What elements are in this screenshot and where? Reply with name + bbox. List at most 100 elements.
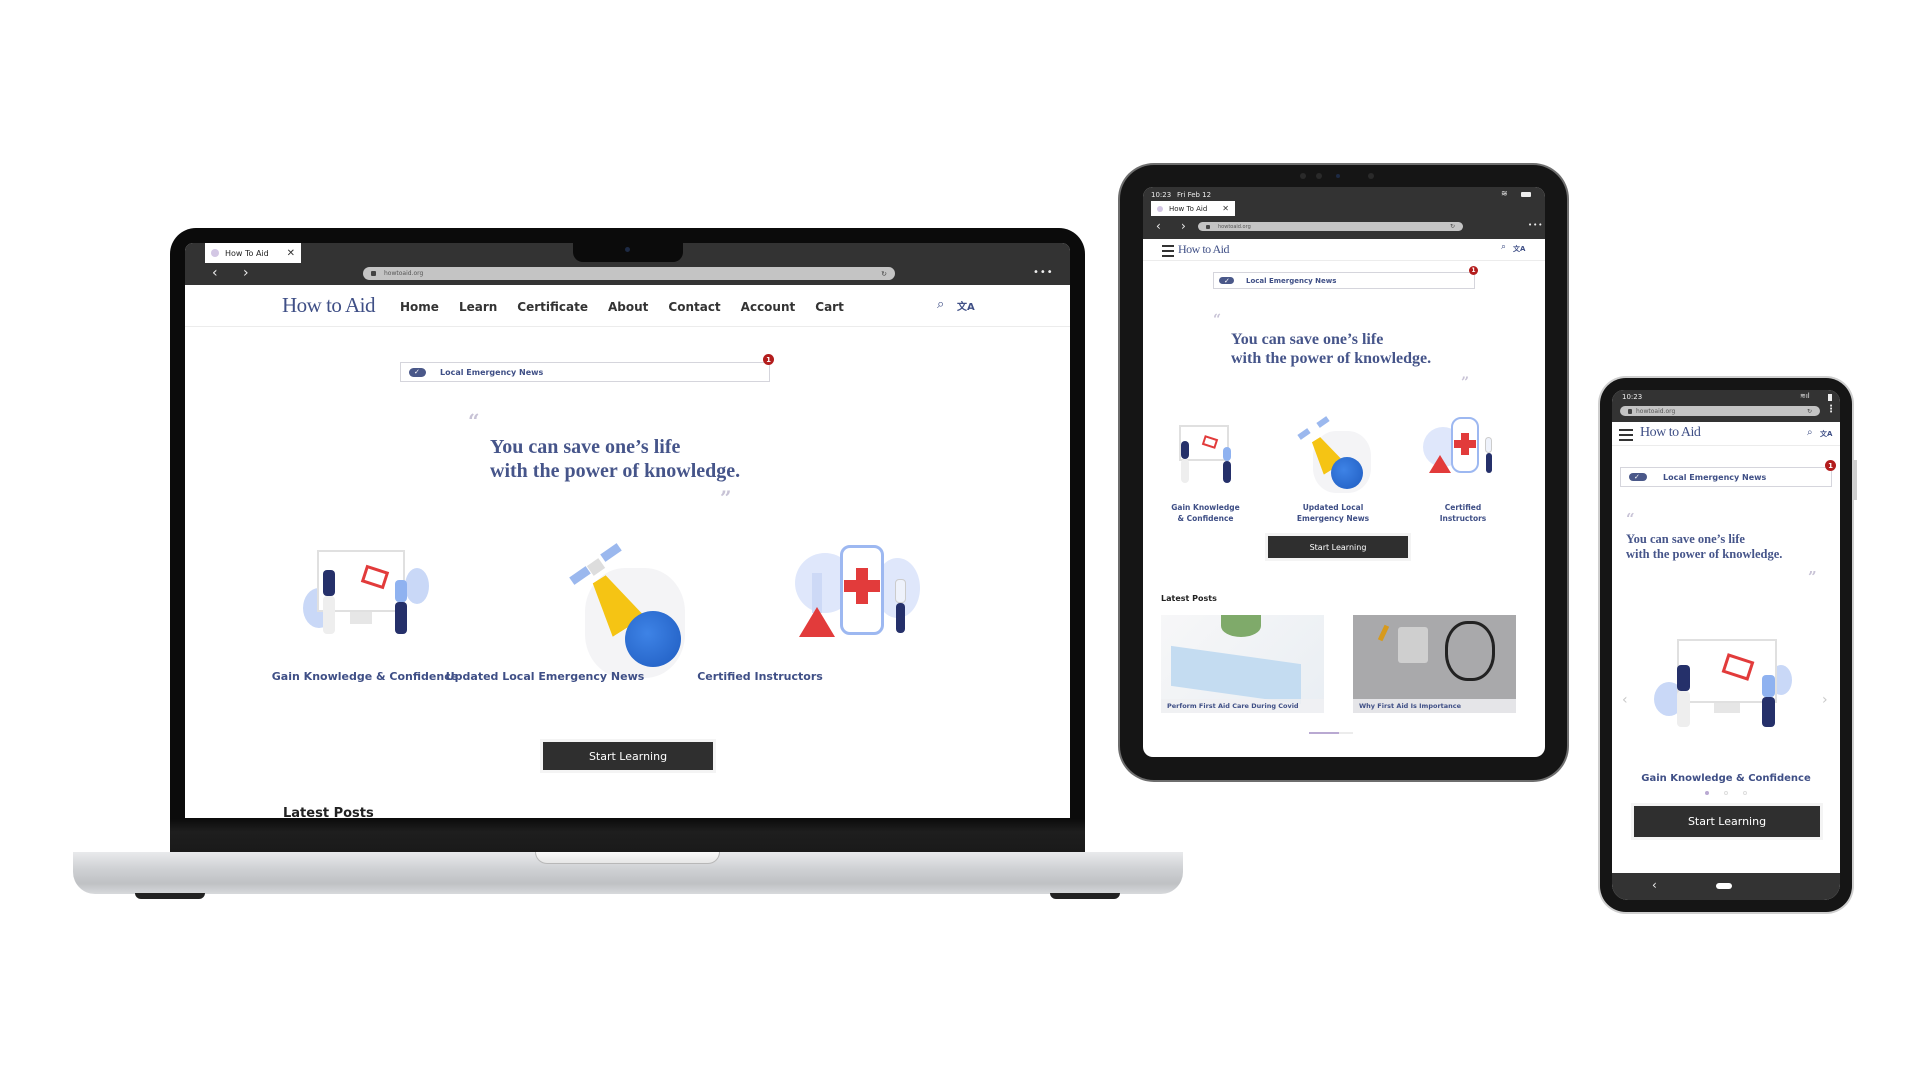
plant-leaf-image — [1221, 615, 1261, 637]
url-text: howtoaid.org — [384, 270, 424, 277]
kebab-menu-icon[interactable]: ⋮ — [1826, 404, 1836, 415]
laptop-screen: How To Aid ✕ ‹ › howtoaid.org ↻ ••• How … — [185, 243, 1070, 818]
android-back-button[interactable]: ‹ — [1652, 878, 1657, 892]
nav-account[interactable]: Account — [741, 300, 796, 314]
tab-title: How To Aid — [1169, 204, 1208, 213]
android-nav-bar: ‹ — [1612, 873, 1840, 900]
satellite-globe-illustration — [565, 543, 695, 678]
tablet-status-time: 10:23 — [1151, 191, 1172, 199]
more-menu-icon[interactable]: ••• — [1528, 221, 1543, 229]
browser-tab[interactable]: How To Aid ✕ — [205, 243, 301, 263]
reload-icon[interactable]: ↻ — [881, 270, 887, 278]
hero-quote: You can save one’s life with the power o… — [490, 435, 740, 483]
open-quote-icon: “ — [1626, 510, 1635, 528]
nav-certificate[interactable]: Certificate — [517, 300, 588, 314]
carousel-prev-icon[interactable]: ‹ — [1622, 692, 1628, 708]
carousel-next-icon[interactable]: › — [1822, 692, 1828, 708]
back-button[interactable]: ‹ — [212, 266, 218, 280]
hamburger-menu-icon[interactable] — [1619, 429, 1633, 444]
feature-label-2: Updated Local Emergency News — [1278, 503, 1388, 524]
feature-label-1: Gain Knowledge & Confidence — [271, 670, 459, 683]
laptop-chin — [170, 818, 1085, 852]
reload-icon[interactable]: ↻ — [1450, 223, 1455, 230]
favicon-icon — [1157, 205, 1163, 212]
address-bar[interactable]: howtoaid.org ↻ — [1198, 222, 1463, 231]
translate-icon[interactable]: 文A — [1513, 244, 1525, 254]
translate-icon[interactable]: 文A — [1820, 429, 1832, 439]
translate-icon[interactable]: 文A — [957, 298, 975, 313]
toggle-switch[interactable] — [1629, 473, 1647, 481]
latest-posts-heading: Latest Posts — [1161, 594, 1217, 603]
start-learning-button[interactable]: Start Learning — [543, 742, 713, 770]
address-bar[interactable]: howtoaid.org ↻ — [1620, 406, 1820, 416]
browser-chrome: How To Aid ✕ ‹ › howtoaid.org ↻ ••• — [185, 243, 1070, 285]
toggle-switch[interactable] — [409, 367, 426, 377]
reload-icon[interactable]: ↻ — [1807, 408, 1812, 415]
post-card-2[interactable]: Why First Aid Is Importance — [1353, 615, 1516, 713]
latest-posts-heading: Latest Posts — [283, 806, 374, 818]
site-logo[interactable]: How to Aid — [1178, 242, 1230, 257]
laptop-thumb-notch — [535, 852, 720, 864]
battery-icon — [1521, 192, 1531, 197]
news-label: Local Emergency News — [1246, 276, 1337, 285]
phone-screen: 10:23 ≋ıl howtoaid.org ↻ ⋮ How to Aid ⌕ … — [1612, 390, 1840, 900]
phone-side-button — [1854, 460, 1857, 500]
label-line: Instructors — [1439, 513, 1487, 523]
close-tab-icon[interactable]: ✕ — [287, 248, 295, 259]
satellite-globe-illustration — [1293, 416, 1373, 493]
medical-phone-illustration — [1423, 417, 1503, 487]
tab-title: How To Aid — [225, 248, 269, 258]
local-emergency-news-toggle[interactable]: Local Emergency News — [1213, 272, 1475, 289]
carousel-slide-label: Gain Knowledge & Confidence — [1641, 773, 1811, 784]
nav-cart[interactable]: Cart — [815, 300, 844, 314]
label-line: & Confidence — [1177, 513, 1234, 523]
carousel-indicator[interactable] — [1339, 732, 1353, 734]
carousel-dot-active[interactable] — [1705, 791, 1709, 795]
back-button[interactable]: ‹ — [1156, 219, 1161, 233]
carousel-dot[interactable] — [1724, 791, 1728, 795]
hamburger-menu-icon[interactable] — [1162, 245, 1174, 260]
main-nav: Home Learn Certificate About Contact Acc… — [400, 300, 864, 314]
address-bar[interactable]: howtoaid.org ↻ — [363, 267, 895, 280]
laptop-foot-left — [135, 893, 205, 899]
news-label: Local Emergency News — [440, 367, 544, 377]
post-card-1[interactable]: Perform First Aid Care During Covid — [1161, 615, 1324, 713]
tablet-screen: 10:23 Fri Feb 12 ≋ How To Aid ✕ ‹ › howt… — [1143, 187, 1545, 757]
forward-button[interactable]: › — [1181, 219, 1186, 233]
tablet-browser-chrome: 10:23 Fri Feb 12 ≋ How To Aid ✕ ‹ › howt… — [1143, 187, 1545, 239]
battery-icon — [1828, 394, 1832, 401]
label-line: Certified — [1444, 503, 1482, 512]
more-menu-icon[interactable]: ••• — [1033, 267, 1054, 278]
nav-contact[interactable]: Contact — [668, 300, 720, 314]
android-home-button[interactable] — [1716, 883, 1732, 889]
quote-line-2: with the power of knowledge. — [1231, 350, 1432, 368]
carousel-indicator-active[interactable] — [1309, 732, 1339, 734]
phone-site-header: How to Aid ⌕ 文A — [1612, 422, 1840, 446]
favicon-icon — [211, 249, 219, 257]
local-emergency-news-toggle[interactable]: Local Emergency News — [400, 362, 770, 382]
search-icon[interactable]: ⌕ — [937, 297, 944, 312]
nav-learn[interactable]: Learn — [459, 300, 497, 314]
start-learning-button[interactable]: Start Learning — [1268, 536, 1408, 558]
carousel-dot[interactable] — [1743, 791, 1747, 795]
notification-badge: 1 — [1469, 266, 1478, 275]
signal-wifi-icon: ≋ıl — [1800, 392, 1810, 400]
search-icon[interactable]: ⌕ — [1501, 242, 1506, 252]
start-learning-button[interactable]: Start Learning — [1634, 806, 1820, 837]
close-tab-icon[interactable]: ✕ — [1222, 204, 1229, 213]
local-emergency-news-toggle[interactable]: Local Emergency News — [1620, 467, 1832, 487]
lock-icon — [1206, 224, 1210, 229]
post-title-2[interactable]: Why First Aid Is Importance — [1353, 699, 1516, 713]
search-icon[interactable]: ⌕ — [1807, 427, 1813, 438]
open-quote-icon: “ — [1213, 312, 1222, 328]
nav-home[interactable]: Home — [400, 300, 439, 314]
close-quote-icon: ” — [1461, 375, 1470, 391]
feature-label-3: Certified Instructors — [1408, 503, 1518, 524]
tablet-browser-tab[interactable]: How To Aid ✕ — [1151, 201, 1235, 216]
post-title-1[interactable]: Perform First Aid Care During Covid — [1161, 699, 1324, 713]
site-logo[interactable]: How to Aid — [282, 293, 376, 318]
site-logo[interactable]: How to Aid — [1640, 425, 1701, 441]
nav-about[interactable]: About — [608, 300, 648, 314]
toggle-switch[interactable] — [1219, 277, 1234, 285]
forward-button[interactable]: › — [243, 266, 249, 280]
